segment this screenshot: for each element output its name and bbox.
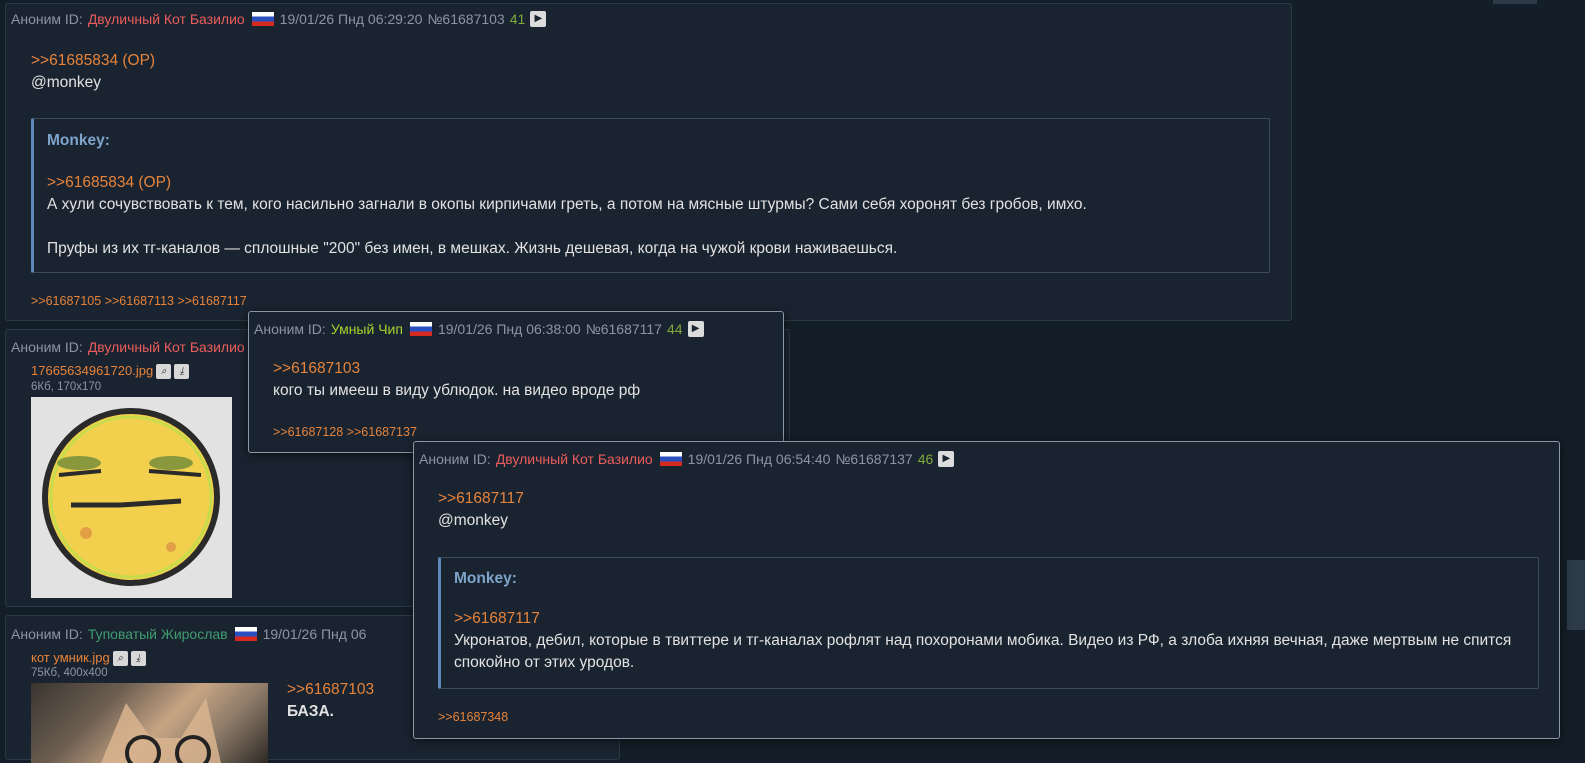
backlinks[interactable]: >>61687105 >>61687113 >>61687117	[31, 294, 247, 308]
post-number[interactable]: №61687103	[427, 11, 504, 27]
quote-paragraph-1: А хули сочувствовать к тем, кого насильн…	[47, 196, 1087, 213]
quote-reply-link[interactable]: >>61685834 (OP)	[47, 172, 1257, 194]
file-info: кот умник.jpg ⌕ ⤓	[31, 650, 146, 667]
file-name-link[interactable]: 17665634961720.jpg	[31, 363, 153, 378]
post-body: >>61687103 БАЗА.	[287, 679, 374, 723]
poster-id-name: Двуличный Кот Базилио	[87, 11, 245, 28]
file-info: 17665634961720.jpg ⌕ ⤓	[31, 363, 190, 380]
reply-link[interactable]: >>61687103	[287, 679, 374, 701]
reply-link[interactable]: >>61687117	[438, 488, 1538, 510]
post-thumbnail[interactable]	[31, 397, 232, 598]
backlinks[interactable]: >>61687348	[438, 710, 508, 724]
mention: @monkey	[438, 512, 509, 529]
quoted-content: Monkey: >>61685834 (OP) А хули сочувство…	[47, 130, 1257, 260]
poster-label: Аноним ID:	[11, 11, 83, 28]
file-meta: 75Кб, 400x400	[31, 667, 108, 679]
russia-flag-icon	[409, 322, 432, 337]
smiley-face-image	[42, 408, 220, 586]
popup-post-61687117: Аноним ID: Умный Чип 19/01/26 Пнд 06:38:00…	[248, 311, 784, 453]
download-icon[interactable]: ⤓	[174, 364, 190, 380]
poster-id-name: Двуличный Кот Базилио	[87, 339, 245, 356]
russia-flag-icon	[659, 452, 682, 467]
poster-id-name: Двуличный Кот Базилио	[495, 451, 653, 468]
post-body: >>61687103 кого ты имееш в виду ублюдок.…	[273, 358, 773, 402]
quoted-block: Monkey: >>61685834 (OP) А хули сочувство…	[31, 118, 1270, 273]
post-thumbnail[interactable]	[31, 683, 268, 763]
russia-flag-icon	[234, 627, 257, 642]
post-text: БАЗА.	[287, 703, 334, 720]
post-date: 19/01/26 Пнд 06:54:40	[687, 451, 831, 468]
cat-image	[101, 698, 221, 763]
quote-title: Monkey:	[47, 132, 110, 149]
poster-label: Аноним ID:	[11, 626, 83, 643]
post-date: 19/01/26 Пнд 06:38:00	[437, 321, 581, 338]
quoted-content: Monkey: >>61687117 Укронатов, дебил, кот…	[454, 568, 1524, 674]
russia-flag-icon	[251, 12, 274, 27]
quoted-block: Monkey: >>61687117 Укронатов, дебил, кот…	[438, 557, 1539, 689]
quote-reply-link[interactable]: >>61687117	[454, 608, 1524, 630]
play-icon[interactable]: ▶	[687, 321, 704, 338]
post-number[interactable]: №61687137	[835, 451, 912, 467]
post-text: кого ты имееш в виду ублюдок. на видео в…	[273, 382, 641, 399]
post-date: 19/01/26 Пнд 06:29:20	[279, 11, 423, 28]
mention: @monkey	[31, 74, 102, 91]
reply-link[interactable]: >>61685834 (OP)	[31, 50, 1271, 72]
quote-paragraph-2: Пруфы из их тг-каналов — сплошные "200" …	[47, 240, 898, 257]
post-number[interactable]: №61687117	[586, 321, 662, 337]
popup-post-61687137: Аноним ID: Двуличный Кот Базилио 19/01/26 …	[413, 441, 1560, 739]
download-icon[interactable]: ⤓	[130, 651, 146, 667]
scroll-top-marker	[1493, 0, 1537, 4]
play-icon[interactable]: ▶	[530, 11, 547, 28]
post-counter: 46	[917, 451, 934, 468]
backlinks[interactable]: >>61687128 >>61687137	[273, 425, 417, 439]
search-icon[interactable]: ⌕	[156, 364, 172, 380]
quote-text: Укронатов, дебил, которые в твиттере и т…	[454, 632, 1512, 671]
post-header: Аноним ID: Двуличный Кот Базилио	[11, 337, 250, 356]
post-date: 19/01/26 Пнд 06	[262, 626, 367, 643]
search-icon[interactable]: ⌕	[112, 651, 128, 667]
post-header: Аноним ID: Двуличный Кот Базилио 19/01/26 …	[11, 9, 547, 28]
poster-id-name: Умный Чип	[330, 321, 403, 338]
reply-link[interactable]: >>61687103	[273, 358, 773, 380]
post-counter: 44	[666, 321, 683, 338]
poster-id-name: Туповатый Жирослав	[87, 626, 228, 643]
poster-label: Аноним ID:	[11, 339, 83, 356]
quote-title: Monkey:	[454, 570, 517, 587]
file-meta: 6Кб, 170x170	[31, 381, 102, 393]
scrollbar-thumb[interactable]	[1567, 560, 1585, 630]
play-icon[interactable]: ▶	[938, 451, 955, 468]
post-header: Аноним ID: Туповатый Жирослав 19/01/26 Пнд…	[11, 624, 371, 643]
post-body: >>61685834 (OP) @monkey	[31, 50, 1271, 94]
post-counter: 41	[509, 11, 526, 28]
poster-label: Аноним ID:	[419, 451, 491, 468]
post-header: Аноним ID: Умный Чип 19/01/26 Пнд 06:38:00…	[254, 319, 704, 338]
post-header: Аноним ID: Двуличный Кот Базилио 19/01/26 …	[419, 449, 955, 468]
post-body: >>61687117 @monkey	[438, 488, 1538, 532]
post-61687103: Аноним ID: Двуличный Кот Базилио 19/01/26 …	[5, 3, 1292, 321]
poster-label: Аноним ID:	[254, 321, 326, 338]
file-name-link[interactable]: кот умник.jpg	[31, 650, 110, 665]
